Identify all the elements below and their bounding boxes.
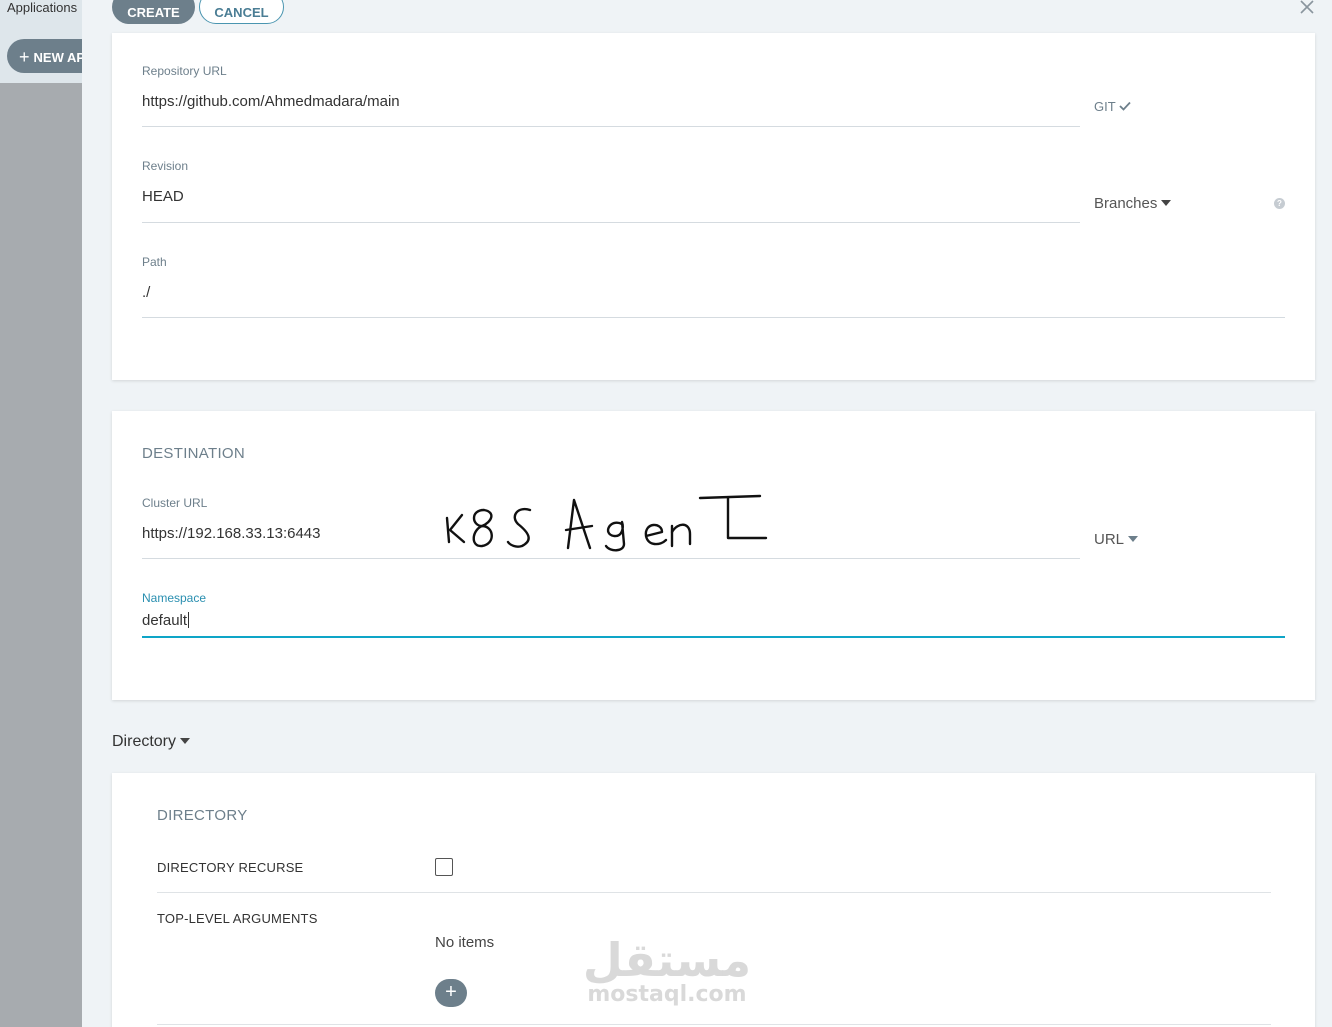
namespace-underline <box>142 636 1285 638</box>
namespace-value: default <box>142 612 188 629</box>
top-level-arguments-label: TOP-LEVEL ARGUMENTS <box>157 911 318 926</box>
repo-type-indicator: GIT <box>1094 99 1131 114</box>
background-sidebar <box>0 0 82 1027</box>
cluster-selector-dropdown[interactable]: URL <box>1094 531 1139 548</box>
check-icon <box>1119 101 1131 111</box>
namespace-input[interactable]: default <box>142 612 190 629</box>
add-argument-button[interactable]: + <box>435 979 467 1007</box>
new-app-label: NEW AP <box>33 50 86 65</box>
repo-type-label: GIT <box>1094 99 1116 114</box>
directory-recurse-label: DIRECTORY RECURSE <box>157 860 304 875</box>
cluster-url-label: Cluster URL <box>142 496 208 510</box>
path-underline <box>142 317 1285 318</box>
help-icon[interactable]: ? <box>1274 198 1285 209</box>
directory-toggle[interactable]: Directory <box>112 733 191 751</box>
svg-text:mostaql.com: mostaql.com <box>587 982 746 1007</box>
row-divider <box>157 1024 1271 1025</box>
handwritten-annotation <box>445 494 768 552</box>
repo-url-input[interactable]: https://github.com/Ahmedmadara/main <box>142 93 400 110</box>
no-items-text: No items <box>435 934 495 951</box>
plus-icon: + <box>19 47 30 67</box>
revision-label: Revision <box>142 159 189 173</box>
plus-icon: + <box>445 981 457 1003</box>
cluster-url-underline <box>142 558 1080 559</box>
directory-toggle-label: Directory <box>112 733 177 750</box>
path-input[interactable]: ./ <box>142 284 150 301</box>
revision-underline <box>142 222 1080 223</box>
namespace-label: Namespace <box>142 591 207 605</box>
text-cursor <box>188 612 190 628</box>
chevron-down-icon <box>1161 200 1172 207</box>
applications-breadcrumb[interactable]: Applications <box>7 0 77 15</box>
cluster-selector-label: URL <box>1094 531 1125 548</box>
cancel-button[interactable]: CANCEL <box>199 0 284 24</box>
mostaql-watermark: مستقل mostaql.com <box>585 933 750 1007</box>
directory-recurse-checkbox[interactable] <box>435 858 453 876</box>
chevron-down-icon <box>180 737 191 744</box>
repo-url-label: Repository URL <box>142 64 227 78</box>
chevron-down-icon <box>1128 536 1139 543</box>
branches-dropdown[interactable]: Branches <box>1094 195 1172 212</box>
branches-label: Branches <box>1094 195 1158 212</box>
create-app-panel: CREATE CANCEL Repository URL https://git… <box>82 0 1332 1027</box>
close-icon[interactable] <box>1298 0 1316 16</box>
source-card: Repository URL https://github.com/Ahmedm… <box>112 33 1315 380</box>
create-button[interactable]: CREATE <box>112 0 195 24</box>
row-divider <box>157 892 1271 893</box>
repo-url-underline <box>142 126 1080 127</box>
panel-toolbar: CREATE CANCEL <box>82 0 1332 33</box>
path-label: Path <box>142 255 167 269</box>
destination-card: DESTINATION Cluster URL https://192.168.… <box>112 411 1315 700</box>
revision-input[interactable]: HEAD <box>142 188 184 205</box>
cluster-url-input[interactable]: https://192.168.33.13:6443 <box>142 525 320 542</box>
destination-title: DESTINATION <box>142 445 246 462</box>
svg-text:مستقل: مستقل <box>585 933 750 987</box>
directory-title: DIRECTORY <box>157 807 248 824</box>
